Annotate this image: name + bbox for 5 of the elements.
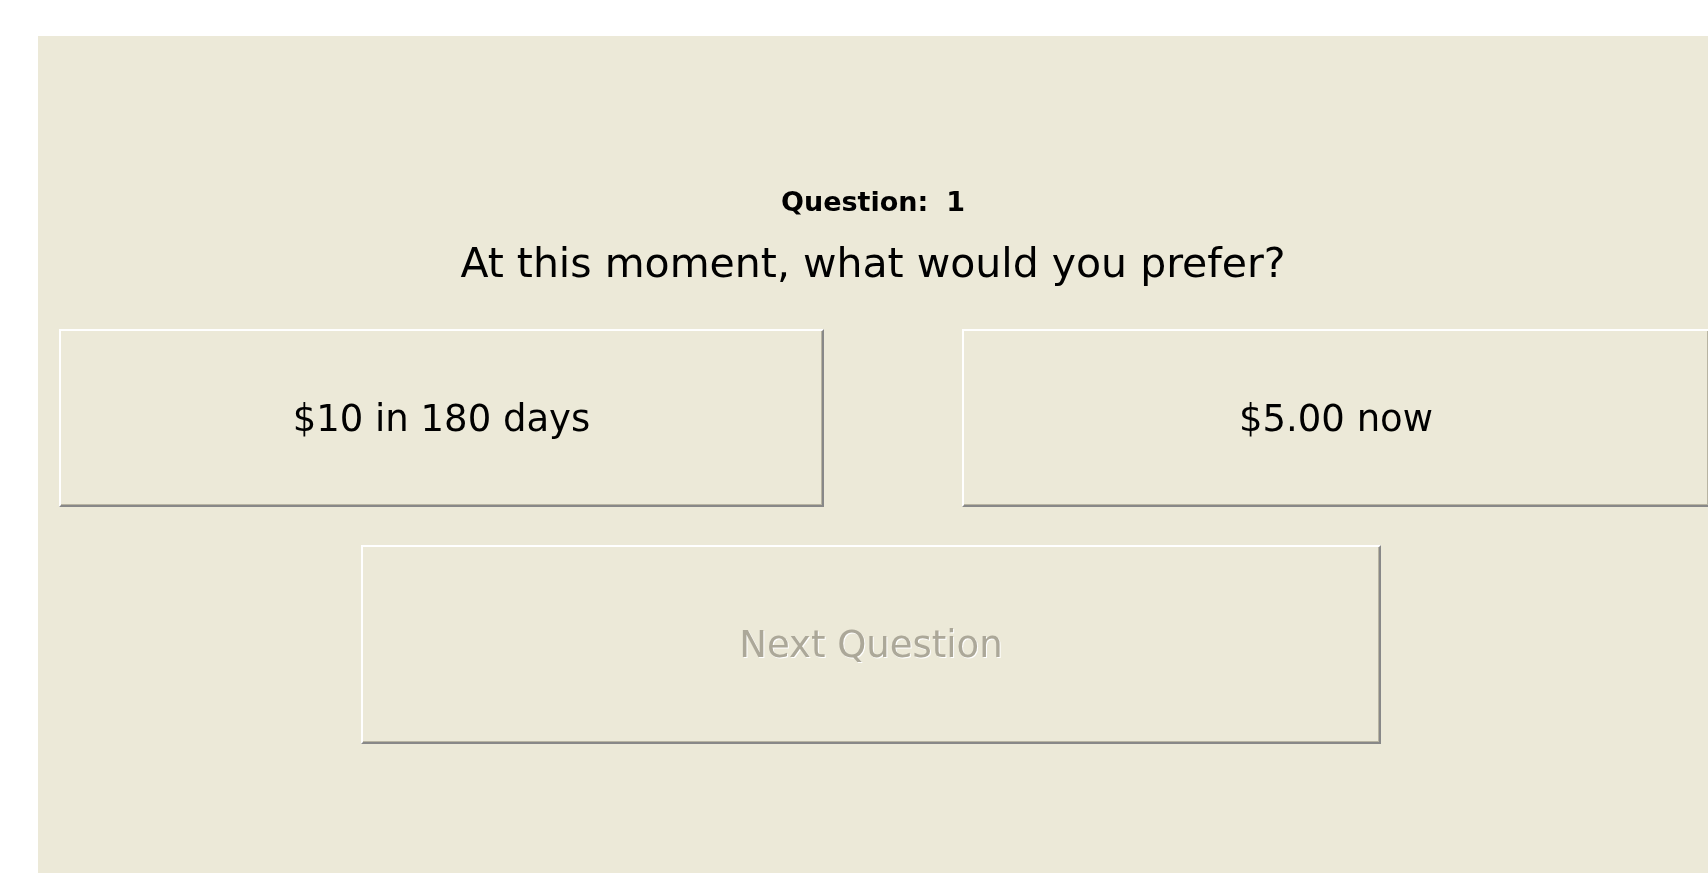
question-text: At this moment, what would you prefer? [460, 239, 1286, 287]
choice-button[interactable]: $5.00 now [962, 329, 1708, 507]
question-number: 1 [946, 186, 966, 217]
choice-button[interactable]: $10 in 180 days [59, 329, 824, 507]
question-label: Question: [780, 186, 929, 217]
